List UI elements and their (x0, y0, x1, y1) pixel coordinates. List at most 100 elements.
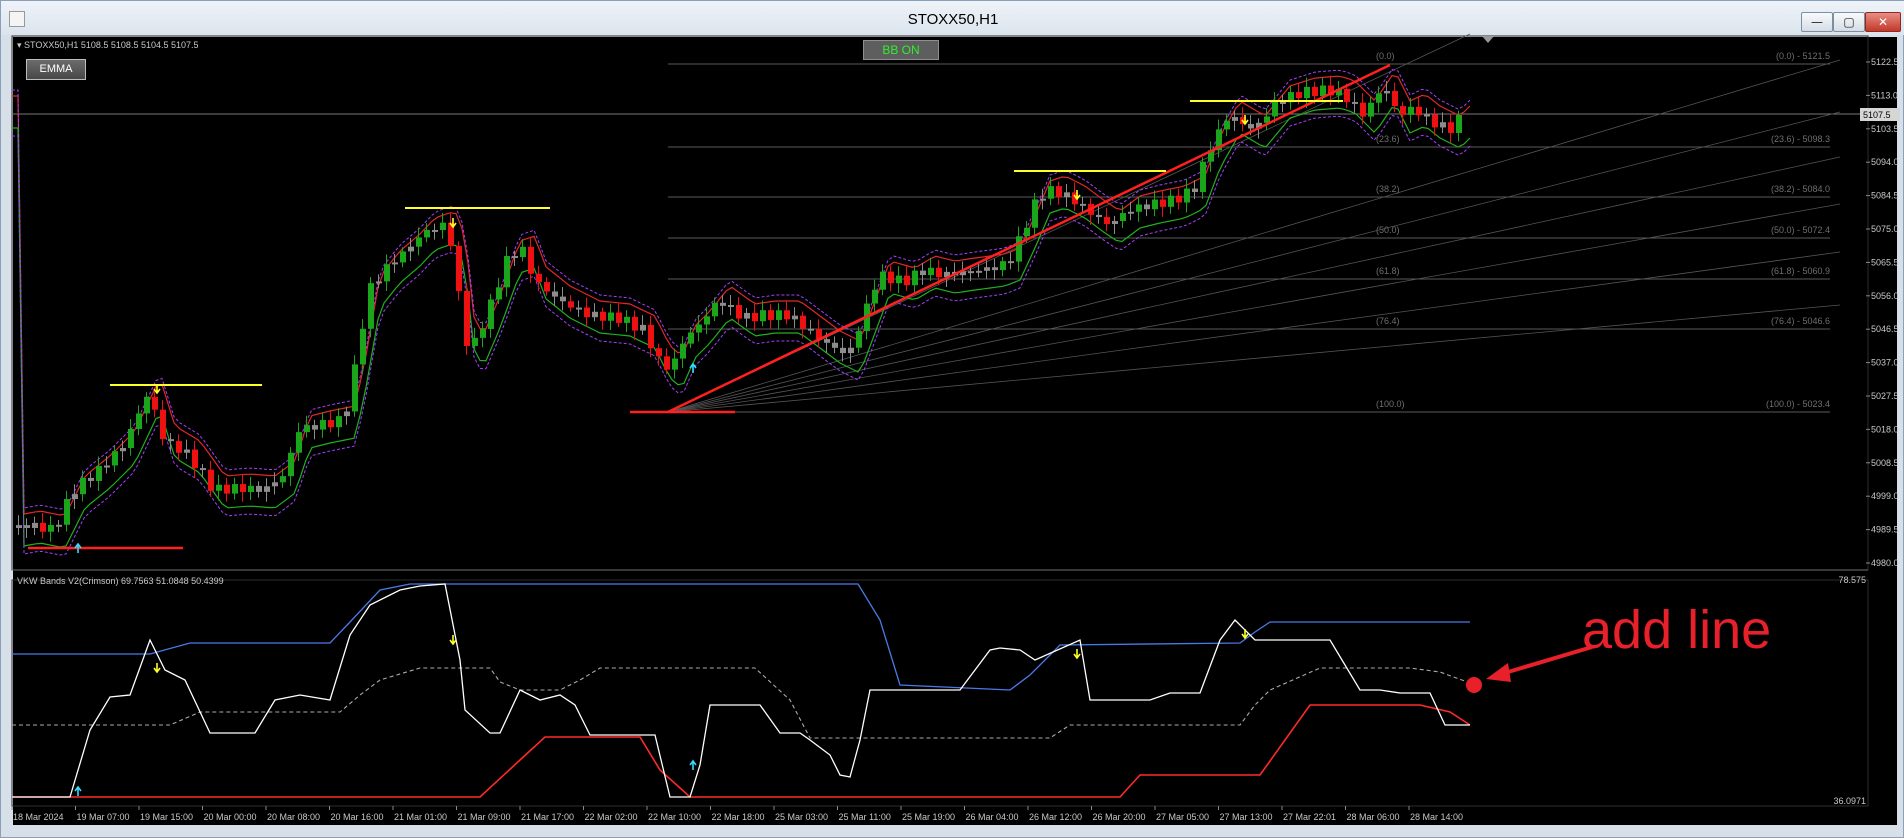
shift-marker-icon[interactable] (1482, 36, 1494, 43)
candle-body (296, 432, 302, 453)
candle-body (344, 411, 350, 417)
candle-body (368, 283, 374, 329)
candle-body (184, 449, 190, 453)
candle-body (1048, 186, 1054, 199)
candle-body (880, 271, 886, 290)
candle-body (416, 237, 422, 247)
candle-body (1456, 115, 1462, 133)
candle-body (1200, 161, 1206, 193)
candle-body (24, 525, 30, 528)
candle-body (208, 469, 214, 491)
candle-body (888, 271, 894, 284)
candle-body (1272, 101, 1278, 117)
candle-body (128, 428, 134, 449)
candle-body (160, 409, 166, 440)
chart-canvas[interactable]: (0.0) (0.0) - 5121.5 (23.6) (23.6) - 5098.3… (0, 0, 1904, 838)
fib-level-tag: (61.8) (1376, 266, 1400, 276)
candle-body (112, 451, 118, 466)
chart-info: ▾ STOXX50,H1 5108.5 5108.5 5104.5 5107.5 (17, 40, 199, 50)
upper-band-line (12, 74, 1471, 516)
candle-body (1008, 261, 1014, 264)
time-tick-label: 20 Mar 08:00 (267, 812, 320, 822)
candle-body (272, 482, 278, 487)
price-tick-label: 5075.0 (1871, 224, 1899, 234)
candle-body (88, 477, 94, 481)
annotation-dot-icon (1466, 677, 1482, 693)
add-line-annotation: add line (1582, 600, 1771, 660)
candle-body (808, 328, 814, 331)
candle-body (504, 255, 510, 288)
candle-body (1176, 195, 1182, 203)
candle-body (232, 484, 238, 494)
candle-body (720, 302, 726, 306)
candle-body (632, 316, 638, 331)
fib-level-value: (50.0) - 5072.4 (1771, 225, 1830, 235)
candle-body (584, 307, 590, 318)
price-tick-label: 4980.0 (1871, 558, 1899, 568)
time-tick-label: 21 Mar 17:00 (521, 812, 574, 822)
candle-body (824, 339, 830, 343)
candle-body (1416, 106, 1422, 116)
price-tag-label: 5107.5 (1863, 110, 1891, 120)
emma-button[interactable]: EMMA (26, 59, 86, 80)
lower-outer-band-line (12, 114, 1471, 556)
candle-body (984, 267, 990, 271)
candle-body (600, 311, 606, 321)
bb-on-button[interactable]: BB ON (863, 40, 939, 60)
candle-body (104, 465, 110, 468)
price-tick-label: 5037.0 (1871, 358, 1899, 368)
candle-body (240, 484, 246, 493)
time-tick-label: 22 Mar 10:00 (648, 812, 701, 822)
candle-body (544, 282, 550, 292)
trend-overlays[interactable] (28, 63, 1391, 553)
annotation-arrowhead-icon (1486, 663, 1511, 682)
time-tick-label: 25 Mar 03:00 (775, 812, 828, 822)
candle-body (1432, 114, 1438, 128)
red-lower-line (12, 704, 1471, 798)
fan-line (667, 59, 1841, 413)
candle-body (1232, 117, 1238, 121)
candles (16, 75, 1462, 542)
candle-body (848, 347, 854, 354)
price-tick-label: 5018.0 (1871, 424, 1899, 434)
candle-body (80, 477, 86, 495)
candle-body (664, 356, 670, 370)
candle-body (640, 324, 646, 331)
candle-body (1320, 85, 1326, 97)
candle-body (1128, 211, 1134, 214)
candle-body (1080, 203, 1086, 206)
candle-body (488, 299, 494, 329)
candle-body (712, 302, 718, 317)
candle-body (1184, 188, 1190, 203)
time-tick-label: 26 Mar 20:00 (1093, 812, 1146, 822)
candle-body (904, 275, 910, 286)
candle-body (800, 315, 806, 329)
candle-body (1120, 213, 1126, 222)
candle-body (768, 310, 774, 320)
candle-body (1368, 102, 1374, 117)
fan-line (667, 251, 1841, 413)
candle-body (528, 246, 534, 274)
candle-body (1056, 186, 1062, 198)
candle-body (832, 342, 838, 348)
indicator-info: VKW Bands V2(Crimson) 69.7563 51.0848 50… (17, 576, 224, 586)
candle-body (1248, 124, 1254, 129)
candle-body (72, 494, 78, 500)
price-tick-label: 5027.5 (1871, 391, 1899, 401)
candle-body (144, 396, 150, 414)
candle-body (576, 307, 582, 310)
candle-body (256, 485, 262, 492)
time-tick-label: 27 Mar 22:01 (1283, 812, 1336, 822)
candle-body (784, 310, 790, 320)
time-tick-label: 21 Mar 01:00 (394, 812, 447, 822)
fibonacci-fan[interactable] (667, 33, 1841, 413)
time-tick-label: 28 Mar 14:00 (1410, 812, 1463, 822)
fib-level-value: (100.0) - 5023.4 (1766, 399, 1830, 409)
candle-body (192, 449, 198, 469)
candle-body (56, 524, 62, 527)
candle-body (1440, 122, 1446, 128)
price-tick-label: 5122.5 (1871, 57, 1899, 67)
candle-body (1000, 261, 1006, 271)
candle-body (648, 324, 654, 349)
time-tick-label: 19 Mar 15:00 (140, 812, 193, 822)
